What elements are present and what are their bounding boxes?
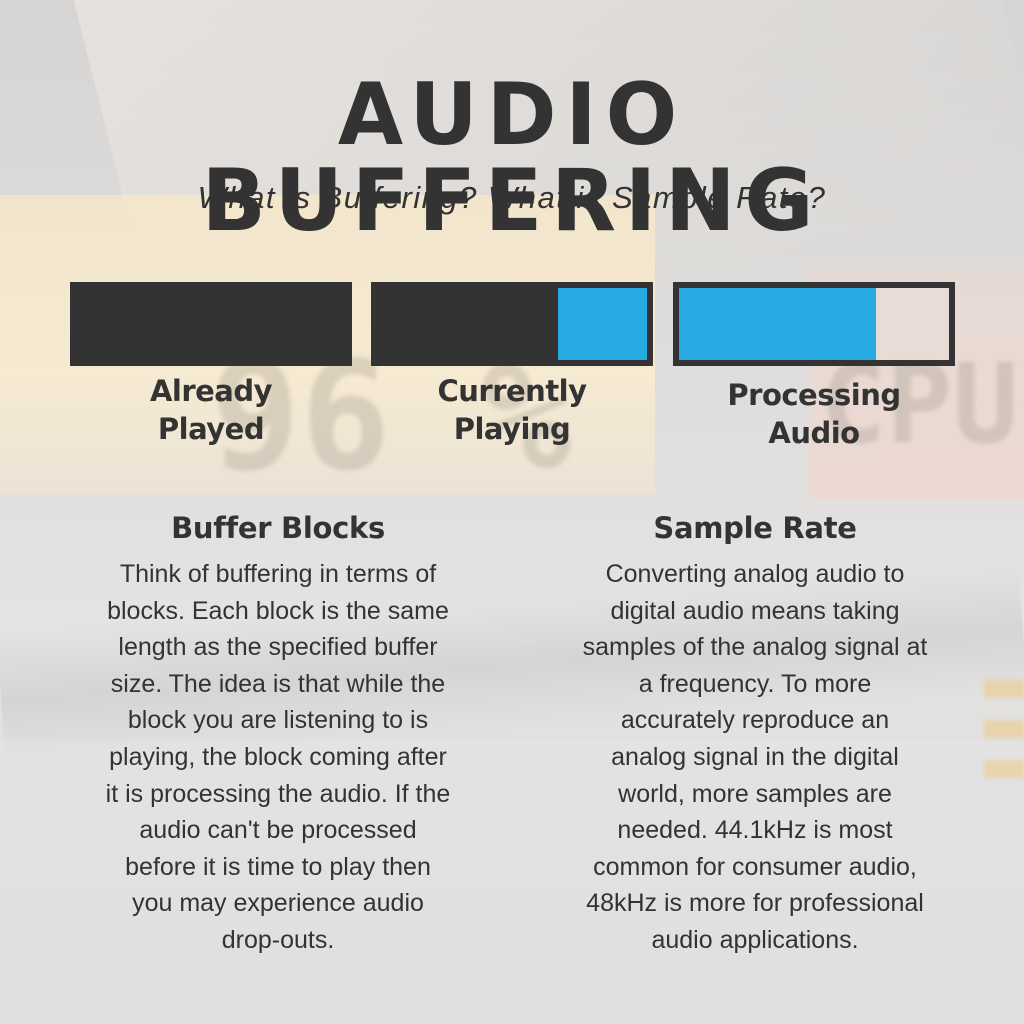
buffer-block-processing-audio <box>673 282 955 366</box>
body-line: playing, the block coming after <box>109 742 447 771</box>
block-label-already-played: Already Played <box>70 372 352 448</box>
body-line: common for consumer audio, <box>593 852 917 881</box>
body-line: length as the specified buffer <box>118 633 438 662</box>
infographic: AUDIO BUFFERING What is Buffering? What … <box>0 0 1024 1024</box>
body-line: accurately reproduce an <box>620 706 890 735</box>
body-line: drop-outs. <box>221 925 335 954</box>
label-line: Audio <box>768 416 860 450</box>
block-label-processing-audio: Processing Audio <box>673 376 955 452</box>
label-line: Played <box>157 412 265 446</box>
block-label-currently-playing: Currently Playing <box>371 372 653 448</box>
body-line: it is processing the audio. If the <box>105 779 451 808</box>
body-line: Think of buffering in terms of <box>119 560 437 588</box>
section-body: Think of buffering in terms of blocks. Ea… <box>58 556 498 959</box>
page-subtitle: What is Buffering? What is Sample Rate? <box>197 180 827 215</box>
label-line: Already <box>149 374 273 408</box>
played-fill <box>70 282 352 366</box>
body-line: audio can't be processed <box>139 816 417 845</box>
label-line: Currently <box>437 374 587 408</box>
section-heading: Sample Rate <box>653 511 857 545</box>
body-line: Converting analog audio to <box>605 560 905 588</box>
body-line: blocks. Each block is the same <box>107 596 449 625</box>
processed-fill <box>557 288 647 360</box>
body-line: before it is time to play then <box>125 852 431 881</box>
played-fill <box>377 288 558 360</box>
body-line: world, more samples are <box>618 779 892 808</box>
body-line: audio applications. <box>651 925 859 954</box>
buffer-block-already-played <box>70 282 352 366</box>
processed-fill <box>679 288 877 360</box>
section-buffer-blocks: Buffer Blocks Think of buffering in term… <box>58 508 498 959</box>
body-line: 48kHz is more for professional <box>586 889 924 918</box>
body-line: needed. 44.1kHz is most <box>617 816 893 845</box>
body-line: you may experience audio <box>132 889 424 918</box>
section-body: Converting analog audio to digital audio … <box>535 556 975 959</box>
body-line: samples of the analog signal at <box>582 633 928 662</box>
label-line: Playing <box>453 412 571 446</box>
body-line: analog signal in the digital <box>611 742 899 771</box>
body-line: digital audio means taking <box>610 596 900 625</box>
body-line: block you are listening to is <box>127 706 429 735</box>
page-title: AUDIO BUFFERING <box>201 65 823 251</box>
label-line: Processing <box>727 378 901 412</box>
body-line: a frequency. To more <box>638 669 872 698</box>
body-line: size. The idea is that while the <box>110 669 446 698</box>
section-heading: Buffer Blocks <box>171 511 385 545</box>
section-sample-rate: Sample Rate Converting analog audio to di… <box>535 508 975 959</box>
buffer-block-currently-playing <box>371 282 653 366</box>
